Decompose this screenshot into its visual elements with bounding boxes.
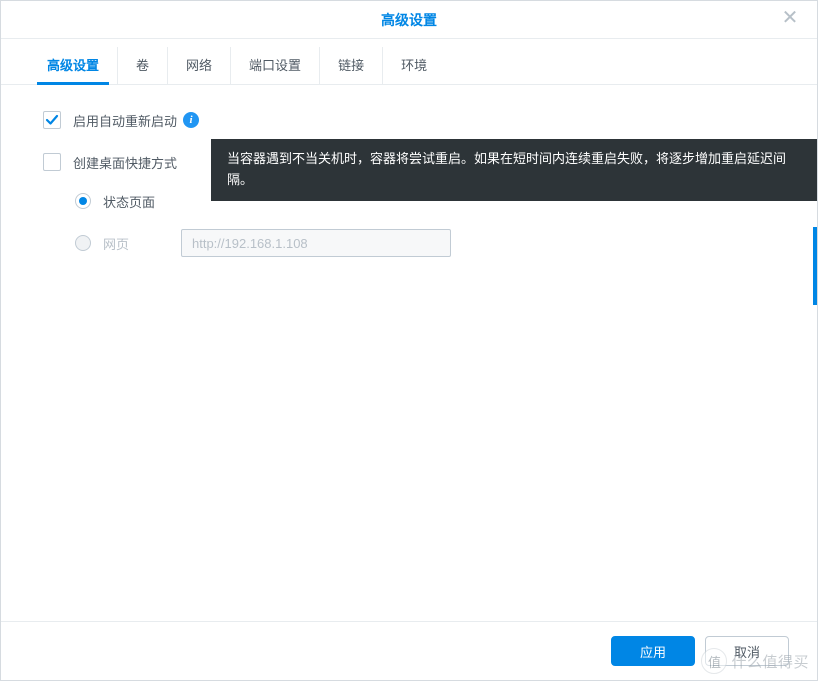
auto-restart-checkbox[interactable] <box>43 111 61 129</box>
auto-restart-tooltip: 当容器遇到不当关机时，容器将尝试重启。如果在短时间内连续重启失败，将逐步增加重启… <box>211 139 817 201</box>
status-page-label: 状态页面 <box>103 192 173 211</box>
dialog-header: 高级设置 ✕ <box>1 1 817 39</box>
web-page-radio[interactable] <box>75 235 91 251</box>
dialog-title: 高级设置 <box>381 10 437 30</box>
auto-restart-row: 启用自动重新启动 i <box>43 109 775 131</box>
status-page-radio[interactable] <box>75 193 91 209</box>
tab-port-settings[interactable]: 端口设置 <box>231 47 320 84</box>
web-page-label: 网页 <box>103 234 173 253</box>
dialog-footer: 应用 取消 <box>1 621 817 680</box>
cancel-button[interactable]: 取消 <box>705 636 789 666</box>
advanced-settings-dialog: 高级设置 ✕ 高级设置 卷 网络 端口设置 链接 环境 启用自动重新启动 i 创… <box>0 0 818 681</box>
tooltip-text: 当容器遇到不当关机时，容器将尝试重启。如果在短时间内连续重启失败，将逐步增加重启… <box>227 151 786 187</box>
create-shortcut-label: 创建桌面快捷方式 <box>73 153 177 172</box>
tabs-bar: 高级设置 卷 网络 端口设置 链接 环境 <box>1 39 817 85</box>
info-icon[interactable]: i <box>183 112 199 128</box>
create-shortcut-checkbox[interactable] <box>43 153 61 171</box>
web-page-row: 网页 <box>75 229 775 257</box>
apply-button[interactable]: 应用 <box>611 636 695 666</box>
tab-links[interactable]: 链接 <box>320 47 383 84</box>
scrollbar-thumb[interactable] <box>813 227 817 305</box>
tab-advanced-settings[interactable]: 高级设置 <box>29 47 118 84</box>
close-icon[interactable]: ✕ <box>781 9 799 27</box>
tab-environment[interactable]: 环境 <box>383 47 445 84</box>
tab-network[interactable]: 网络 <box>168 47 231 84</box>
auto-restart-label: 启用自动重新启动 <box>73 111 177 130</box>
tab-volume[interactable]: 卷 <box>118 47 168 84</box>
web-url-input[interactable] <box>181 229 451 257</box>
